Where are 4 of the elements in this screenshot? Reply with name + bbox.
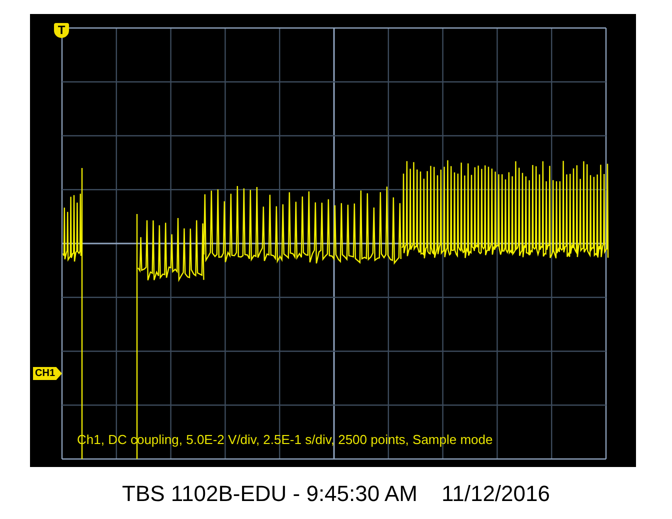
trigger-marker: T bbox=[54, 23, 69, 38]
capture-date: 11/12/2016 bbox=[442, 481, 550, 507]
channel-marker: CH1 bbox=[33, 367, 62, 380]
instrument-title: TBS 1102B-EDU - 9:45:30 AM bbox=[122, 481, 418, 507]
